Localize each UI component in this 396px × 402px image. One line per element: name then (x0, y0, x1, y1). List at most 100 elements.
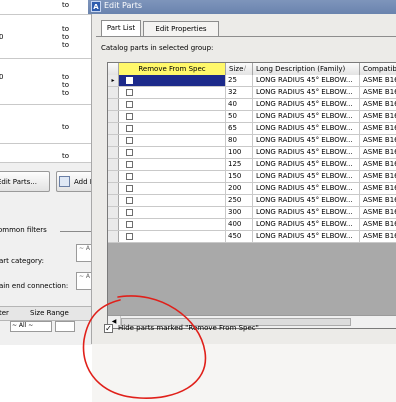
remove-from-spec-checkbox[interactable] (126, 125, 133, 132)
remove-from-spec-cell[interactable] (119, 87, 226, 98)
row-header[interactable]: ▸ (108, 75, 119, 86)
row-header[interactable] (108, 231, 119, 242)
long-description-cell: LONG RADIUS 45° ELBOW... (253, 99, 360, 110)
compatible-cell: ASME B16. (363, 172, 396, 180)
remove-from-spec-checkbox[interactable] (126, 209, 133, 216)
table-row[interactable]: 32LONG RADIUS 45° ELBOW...ASME B16. (108, 87, 396, 99)
table-row[interactable]: 125LONG RADIUS 45° ELBOW...ASME B16. (108, 159, 396, 171)
row-header[interactable] (108, 147, 119, 158)
remove-from-spec-cell[interactable] (119, 99, 226, 110)
row-number: 0 (0, 33, 4, 41)
remove-from-spec-cell[interactable] (119, 147, 226, 158)
table-row[interactable]: 100LONG RADIUS 45° ELBOW...ASME B16. (108, 147, 396, 159)
table-row[interactable]: 65LONG RADIUS 45° ELBOW...ASME B16. (108, 123, 396, 135)
dialog-title: Edit Parts (104, 1, 142, 10)
tab-edit-properties[interactable]: Edit Properties (143, 21, 219, 36)
column-header-size[interactable]: Size (226, 63, 253, 75)
remove-from-spec-cell[interactable] (119, 207, 226, 218)
row-header[interactable] (108, 159, 119, 170)
remove-from-spec-checkbox[interactable] (126, 185, 133, 192)
remove-from-spec-checkbox[interactable] (126, 233, 133, 240)
compatible-cell: ASME B16. (363, 184, 396, 192)
app-icon: A (91, 1, 101, 12)
compatible-cell: ASME B16. (363, 88, 396, 96)
background-panel: to 0 to to to 0 to to to to to Edit Part… (0, 0, 106, 345)
table-row[interactable]: 400LONG RADIUS 45° ELBOW...ASME B16. (108, 219, 396, 231)
dialog-body: Part List Edit Properties Catalog parts … (91, 14, 396, 344)
row-header[interactable] (108, 99, 119, 110)
row-header[interactable] (108, 111, 119, 122)
filter-select[interactable] (55, 321, 75, 332)
table-row[interactable]: 250LONG RADIUS 45° ELBOW...ASME B16. (108, 195, 396, 207)
list-item[interactable]: 0 to to to (0, 59, 100, 105)
remove-from-spec-cell[interactable] (119, 159, 226, 170)
remove-from-spec-cell[interactable] (119, 171, 226, 182)
remove-from-spec-cell[interactable] (119, 123, 226, 134)
compatible-cell: ASME B16. (363, 124, 396, 132)
row-header[interactable] (108, 195, 119, 206)
table-row[interactable]: 80LONG RADIUS 45° ELBOW...ASME B16. (108, 135, 396, 147)
list-item[interactable]: 0 to to to (0, 15, 100, 59)
table-row[interactable]: ▸ 25LONG RADIUS 45° ELBOW...ASME B16. (108, 75, 396, 87)
row-header[interactable] (108, 123, 119, 134)
remove-from-spec-checkbox[interactable] (126, 197, 133, 204)
row-header[interactable] (108, 135, 119, 146)
compatible-cell: ASME B16. (363, 100, 396, 108)
edit-parts-button[interactable]: Edit Parts... (0, 171, 50, 192)
size-cell: 80 (226, 135, 253, 146)
grid-rows: ▸25LONG RADIUS 45° ELBOW...ASME B16.32LO… (108, 75, 396, 243)
list-item[interactable]: to (0, 0, 100, 15)
remove-from-spec-checkbox[interactable] (126, 77, 133, 84)
long-description-cell: LONG RADIUS 45° ELBOW... (253, 231, 360, 242)
row-header[interactable] (108, 183, 119, 194)
parts-grid[interactable]: Remove From Spec Size / Long Description… (107, 62, 396, 329)
remove-from-spec-checkbox[interactable] (126, 113, 133, 120)
table-row[interactable]: 150LONG RADIUS 45° ELBOW...ASME B16. (108, 171, 396, 183)
remove-from-spec-checkbox[interactable] (126, 149, 133, 156)
table-row[interactable]: 40LONG RADIUS 45° ELBOW...ASME B16. (108, 99, 396, 111)
remove-from-spec-checkbox[interactable] (126, 161, 133, 168)
hide-removed-parts-label[interactable]: Hide parts marked "Remove From Spec" (118, 324, 259, 332)
remove-from-spec-cell[interactable] (119, 75, 226, 86)
remove-from-spec-checkbox[interactable] (126, 173, 133, 180)
remove-from-spec-cell[interactable] (119, 135, 226, 146)
remove-from-spec-checkbox[interactable] (126, 137, 133, 144)
size-cell: 65 (226, 123, 253, 134)
remove-from-spec-checkbox[interactable] (126, 89, 133, 96)
row-header[interactable] (108, 219, 119, 230)
long-description-cell: LONG RADIUS 45° ELBOW... (253, 75, 360, 86)
size-cell: 50 (226, 111, 253, 122)
column-header[interactable]: ter (0, 309, 9, 317)
to-label: to (62, 89, 70, 97)
sort-indicator-icon: / (244, 65, 247, 72)
remove-from-spec-cell[interactable] (119, 183, 226, 194)
tab-part-list[interactable]: Part List (101, 20, 141, 36)
remove-from-spec-cell[interactable] (119, 219, 226, 230)
row-header[interactable] (108, 207, 119, 218)
row-number: 0 (0, 73, 4, 81)
column-header-remove-from-spec[interactable]: Remove From Spec (119, 63, 226, 75)
list-item[interactable]: to (0, 105, 100, 144)
dialog-titlebar[interactable]: A Edit Parts (88, 0, 396, 14)
remove-from-spec-cell[interactable] (119, 111, 226, 122)
column-header-compatible[interactable]: Compatible (360, 63, 396, 75)
remove-from-spec-checkbox[interactable] (126, 101, 133, 108)
hide-removed-parts-checkbox[interactable]: ✓ (104, 324, 113, 333)
remove-from-spec-cell[interactable] (119, 195, 226, 206)
table-row[interactable]: 200LONG RADIUS 45° ELBOW...ASME B16. (108, 183, 396, 195)
remove-from-spec-cell[interactable] (119, 231, 226, 242)
size-cell: 40 (226, 99, 253, 110)
to-label: to (62, 81, 70, 89)
row-header[interactable] (108, 87, 119, 98)
list-item[interactable]: to (0, 144, 100, 163)
column-header-long-description[interactable]: Long Description (Family) (253, 63, 360, 75)
table-row[interactable]: 50LONG RADIUS 45° ELBOW...ASME B16. (108, 111, 396, 123)
remove-from-spec-checkbox[interactable] (126, 221, 133, 228)
long-description-cell: LONG RADIUS 45° ELBOW... (253, 183, 360, 194)
row-header[interactable] (108, 171, 119, 182)
table-row[interactable]: 450LONG RADIUS 45° ELBOW...ASME B16. (108, 231, 396, 243)
size-range-filter-select[interactable]: ~ All ~ (10, 321, 52, 332)
size-cell: 125 (226, 159, 253, 170)
table-row[interactable]: 300LONG RADIUS 45° ELBOW...ASME B16. (108, 207, 396, 219)
column-header-size-range[interactable]: Size Range (30, 309, 69, 317)
